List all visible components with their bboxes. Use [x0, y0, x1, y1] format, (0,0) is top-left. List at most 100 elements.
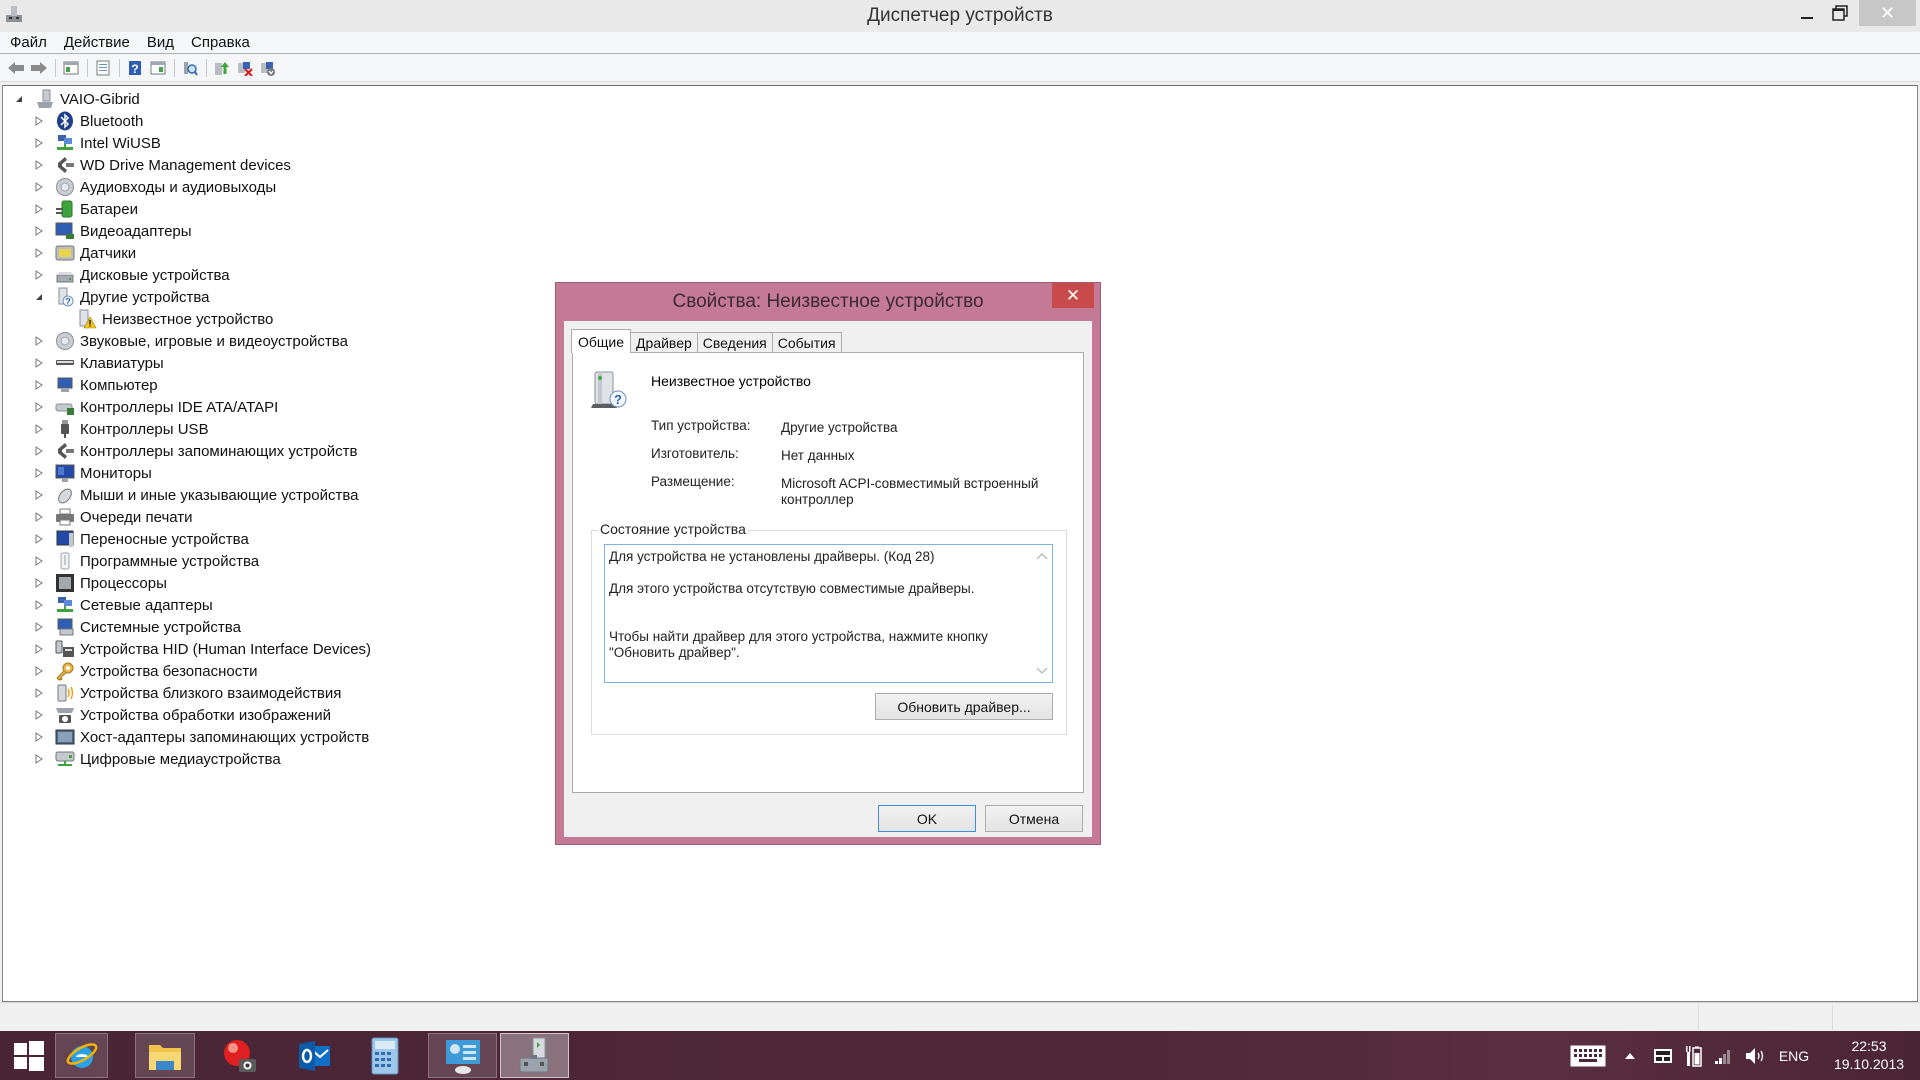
- tree-item-category[interactable]: Системные устройства: [33, 616, 241, 638]
- tree-item-category[interactable]: Контроллеры запоминающих устройств: [33, 440, 357, 462]
- scroll-up-icon[interactable]: [1036, 550, 1048, 562]
- update-driver-button[interactable]: [211, 58, 232, 78]
- back-button[interactable]: [5, 58, 26, 78]
- tree-item-category[interactable]: Видеоадаптеры: [33, 220, 192, 242]
- taskbar-outlook[interactable]: [285, 1033, 345, 1078]
- tree-item-category[interactable]: ? Другие устройства: [33, 286, 209, 308]
- expand-arrow-icon[interactable]: [33, 423, 45, 435]
- touch-keyboard-button[interactable]: [1568, 1031, 1608, 1080]
- update-driver-button[interactable]: Обновить драйвер...: [875, 693, 1053, 720]
- minimize-button[interactable]: [1792, 0, 1822, 26]
- expand-arrow-icon[interactable]: [33, 467, 45, 479]
- collapse-arrow-icon[interactable]: [13, 93, 25, 105]
- ok-button[interactable]: OK: [878, 805, 976, 832]
- tree-item-category[interactable]: Устройства безопасности: [33, 660, 257, 682]
- tree-item-category[interactable]: Цифровые медиаустройства: [33, 748, 281, 770]
- show-hide-console-tree-button[interactable]: [60, 58, 81, 78]
- action-center-button[interactable]: [1650, 1031, 1676, 1080]
- show-hide-action-pane-button[interactable]: [147, 58, 168, 78]
- status-scrollbar[interactable]: [1032, 545, 1052, 682]
- close-button[interactable]: ✕: [1859, 0, 1916, 26]
- tree-item-device[interactable]: Неизвестное устройство: [55, 308, 273, 330]
- expand-arrow-icon[interactable]: [33, 335, 45, 347]
- tree-item-category[interactable]: Процессоры: [33, 572, 167, 594]
- expand-arrow-icon[interactable]: [33, 357, 45, 369]
- expand-arrow-icon[interactable]: [33, 379, 45, 391]
- tree-item-category[interactable]: Устройства обработки изображений: [33, 704, 331, 726]
- expand-arrow-icon[interactable]: [33, 115, 45, 127]
- disable-device-button[interactable]: [257, 58, 278, 78]
- tab-driver[interactable]: Драйвер: [630, 332, 698, 353]
- tab-events[interactable]: События: [771, 332, 842, 353]
- tree-item-category[interactable]: Хост-адаптеры запоминающих устройств: [33, 726, 369, 748]
- expand-arrow-icon[interactable]: [33, 709, 45, 721]
- expand-arrow-icon[interactable]: [33, 753, 45, 765]
- tree-item-category[interactable]: Устройства близкого взаимодействия: [33, 682, 341, 704]
- show-hidden-icons-button[interactable]: [1620, 1031, 1640, 1080]
- tree-item-category[interactable]: Устройства HID (Human Interface Devices): [33, 638, 371, 660]
- expand-arrow-icon[interactable]: [33, 225, 45, 237]
- tree-item-category[interactable]: Мыши и иные указывающие устройства: [33, 484, 358, 506]
- expand-arrow-icon[interactable]: [33, 599, 45, 611]
- taskbar-internet-explorer[interactable]: [55, 1033, 108, 1078]
- expand-arrow-icon[interactable]: [33, 137, 45, 149]
- menu-help[interactable]: Справка: [191, 34, 250, 51]
- tree-item-category[interactable]: Звуковые, игровые и видеоустройства: [33, 330, 348, 352]
- cancel-button[interactable]: Отмена: [985, 805, 1083, 832]
- tree-item-category[interactable]: Клавиатуры: [33, 352, 164, 374]
- tree-item-category[interactable]: Программные устройства: [33, 550, 259, 572]
- tree-item-category[interactable]: Bluetooth: [33, 110, 143, 132]
- taskbar-device-manager[interactable]: [500, 1033, 569, 1078]
- taskbar-control-panel[interactable]: [428, 1033, 497, 1078]
- dialog-close-button[interactable]: ✕: [1052, 283, 1094, 308]
- expand-arrow-icon[interactable]: [33, 159, 45, 171]
- taskbar-calculator[interactable]: [355, 1033, 415, 1078]
- menu-action[interactable]: Действие: [64, 34, 130, 51]
- tree-item-category[interactable]: Батареи: [33, 198, 138, 220]
- collapse-arrow-icon[interactable]: [33, 291, 45, 303]
- tree-item-category[interactable]: Датчики: [33, 242, 136, 264]
- start-button[interactable]: [0, 1033, 58, 1078]
- menu-file[interactable]: Файл: [10, 34, 47, 51]
- tab-general[interactable]: Общие: [571, 329, 632, 353]
- taskbar-file-explorer[interactable]: [135, 1033, 195, 1078]
- clock[interactable]: 22:53 19.10.2013: [1822, 1037, 1916, 1073]
- network-button[interactable]: [1710, 1031, 1736, 1080]
- taskbar-camera[interactable]: [210, 1033, 270, 1078]
- tree-root[interactable]: VAIO-Gibrid: [13, 88, 140, 110]
- forward-button[interactable]: [28, 58, 49, 78]
- expand-arrow-icon[interactable]: [33, 621, 45, 633]
- properties-button[interactable]: [92, 58, 113, 78]
- tree-item-category[interactable]: Аудиовходы и аудиовыходы: [33, 176, 276, 198]
- tab-details[interactable]: Сведения: [696, 332, 773, 353]
- expand-arrow-icon[interactable]: [33, 489, 45, 501]
- tree-item-category[interactable]: Контроллеры IDE ATA/ATAPI: [33, 396, 278, 418]
- expand-arrow-icon[interactable]: [33, 665, 45, 677]
- menu-view[interactable]: Вид: [147, 34, 174, 51]
- expand-arrow-icon[interactable]: [33, 181, 45, 193]
- tree-item-category[interactable]: Очереди печати: [33, 506, 193, 528]
- expand-arrow-icon[interactable]: [33, 687, 45, 699]
- input-language-button[interactable]: ENG: [1774, 1031, 1814, 1080]
- expand-arrow-icon[interactable]: [33, 203, 45, 215]
- tree-item-category[interactable]: Компьютер: [33, 374, 158, 396]
- expand-arrow-icon[interactable]: [33, 731, 45, 743]
- tree-item-category[interactable]: Контроллеры USB: [33, 418, 209, 440]
- expand-arrow-icon[interactable]: [33, 401, 45, 413]
- expand-arrow-icon[interactable]: [33, 555, 45, 567]
- expand-arrow-icon[interactable]: [33, 511, 45, 523]
- expand-arrow-icon[interactable]: [33, 533, 45, 545]
- tree-item-category[interactable]: Сетевые адаптеры: [33, 594, 213, 616]
- device-status-textbox[interactable]: Для устройства не установлены драйверы. …: [604, 544, 1053, 683]
- tree-item-category[interactable]: WD Drive Management devices: [33, 154, 291, 176]
- restore-button[interactable]: [1825, 0, 1855, 26]
- battery-button[interactable]: [1680, 1031, 1706, 1080]
- scan-hardware-button[interactable]: [179, 58, 200, 78]
- uninstall-device-button[interactable]: [234, 58, 255, 78]
- expand-arrow-icon[interactable]: [33, 643, 45, 655]
- tree-item-category[interactable]: Intel WiUSB: [33, 132, 161, 154]
- volume-button[interactable]: [1740, 1031, 1770, 1080]
- expand-arrow-icon[interactable]: [33, 577, 45, 589]
- expand-arrow-icon[interactable]: [33, 269, 45, 281]
- expand-arrow-icon[interactable]: [33, 445, 45, 457]
